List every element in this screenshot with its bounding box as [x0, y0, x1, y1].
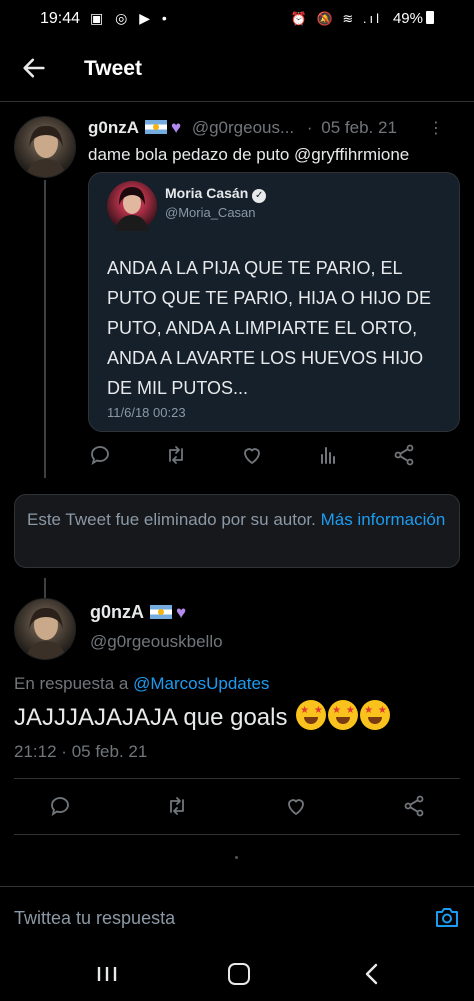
quote-text: ANDA A LA PIJA QUE TE PARIO, EL PUTO QUE… [107, 258, 432, 398]
avatar-image [25, 125, 67, 177]
stats-icon[interactable] [316, 443, 340, 467]
avatar[interactable] [14, 116, 76, 178]
app-header: Tweet [0, 40, 474, 102]
system-nav-bar [0, 946, 474, 1001]
system-back-icon[interactable] [362, 962, 382, 986]
retweet-icon[interactable] [165, 794, 189, 818]
avatar-image [25, 607, 67, 659]
loading-dot [235, 856, 238, 859]
thread-line [44, 180, 46, 478]
divider [14, 778, 460, 779]
separator: · [306, 118, 313, 137]
arrow-left-icon[interactable] [20, 54, 48, 82]
quoted-tweet[interactable]: Moria Casán ✓ @Moria_Casan ANDA A LA PIJA… [88, 172, 460, 432]
recent-apps-icon[interactable] [96, 965, 118, 983]
quote-author-name: Moria Casán ✓ [165, 185, 267, 203]
home-icon[interactable] [228, 963, 250, 985]
more-info-link[interactable]: Más información [321, 510, 446, 529]
thread-line [44, 578, 46, 598]
tweet-header: g0nzA ♥ @g0rgeous... · 05 feb. 21 [88, 118, 397, 138]
heart-icon[interactable] [284, 794, 308, 818]
star-struck-emoji-icon [296, 700, 327, 730]
reply-input[interactable]: Twittea tu respuesta [14, 908, 175, 929]
quote-avatar [107, 181, 157, 231]
status-bar: 19:44 ▣ ◎ ▶ • ⏰ 🔕 ≋ .ıl 49% [0, 0, 474, 38]
verified-icon: ✓ [252, 189, 267, 203]
purple-heart-icon: ♥ [176, 603, 187, 622]
retweet-icon[interactable] [164, 443, 188, 467]
quote-avatar-image [115, 187, 149, 231]
quote-date: 11/6/18 00:23 [107, 405, 186, 420]
reply-to-link[interactable]: @MarcosUpdates [133, 674, 269, 693]
share-icon[interactable] [402, 794, 426, 818]
argentina-flag-icon [150, 605, 172, 619]
tweet-timestamp: 21:12 · 05 feb. 21 [14, 742, 148, 761]
reply-icon[interactable] [88, 443, 112, 467]
argentina-flag-icon [145, 120, 167, 134]
star-struck-emoji-icon [328, 700, 359, 730]
page-title: Tweet [84, 57, 142, 80]
battery-level: 49% [393, 10, 434, 27]
more-icon[interactable]: ⋮ [428, 118, 444, 138]
reply-icon[interactable] [48, 794, 72, 818]
author-handle[interactable]: @g0rgeous... [192, 118, 294, 137]
deleted-tweet-notice: Este Tweet fue eliminado por su autor. M… [14, 494, 460, 568]
tweet-actions [0, 794, 474, 824]
star-struck-emoji-icon [360, 700, 391, 730]
divider [14, 834, 460, 835]
notification-icons: ▣ ◎ ▶ • [90, 10, 171, 26]
avatar[interactable] [14, 598, 76, 660]
reply-context: En respuesta a @MarcosUpdates [14, 674, 269, 694]
tweet-text: JAJJJAJAJAJA que goals [14, 700, 391, 732]
tweet-text: dame bola pedazo de puto @gryffihrmione [88, 145, 410, 164]
system-icons: ⏰ 🔕 ≋ .ıl [290, 11, 382, 26]
purple-heart-icon: ♥ [171, 118, 182, 137]
tweet-actions [0, 443, 474, 473]
reply-composer[interactable]: Twittea tu respuesta [0, 886, 474, 946]
quote-author-handle: @Moria_Casan [165, 205, 256, 220]
reply-prefix: En respuesta a [14, 674, 129, 693]
author-handle[interactable]: @g0rgeouskbello [90, 632, 223, 652]
tweet-date[interactable]: 05 feb. 21 [321, 118, 397, 137]
author-name[interactable]: g0nzA [90, 602, 144, 622]
share-icon[interactable] [392, 443, 416, 467]
author-name-row: g0nzA ♥ [90, 602, 186, 623]
camera-icon[interactable] [434, 905, 460, 929]
author-name[interactable]: g0nzA [88, 118, 139, 137]
heart-icon[interactable] [240, 443, 264, 467]
status-time: 19:44 [40, 10, 81, 27]
deleted-notice-text: Este Tweet fue eliminado por su autor. [27, 510, 316, 529]
